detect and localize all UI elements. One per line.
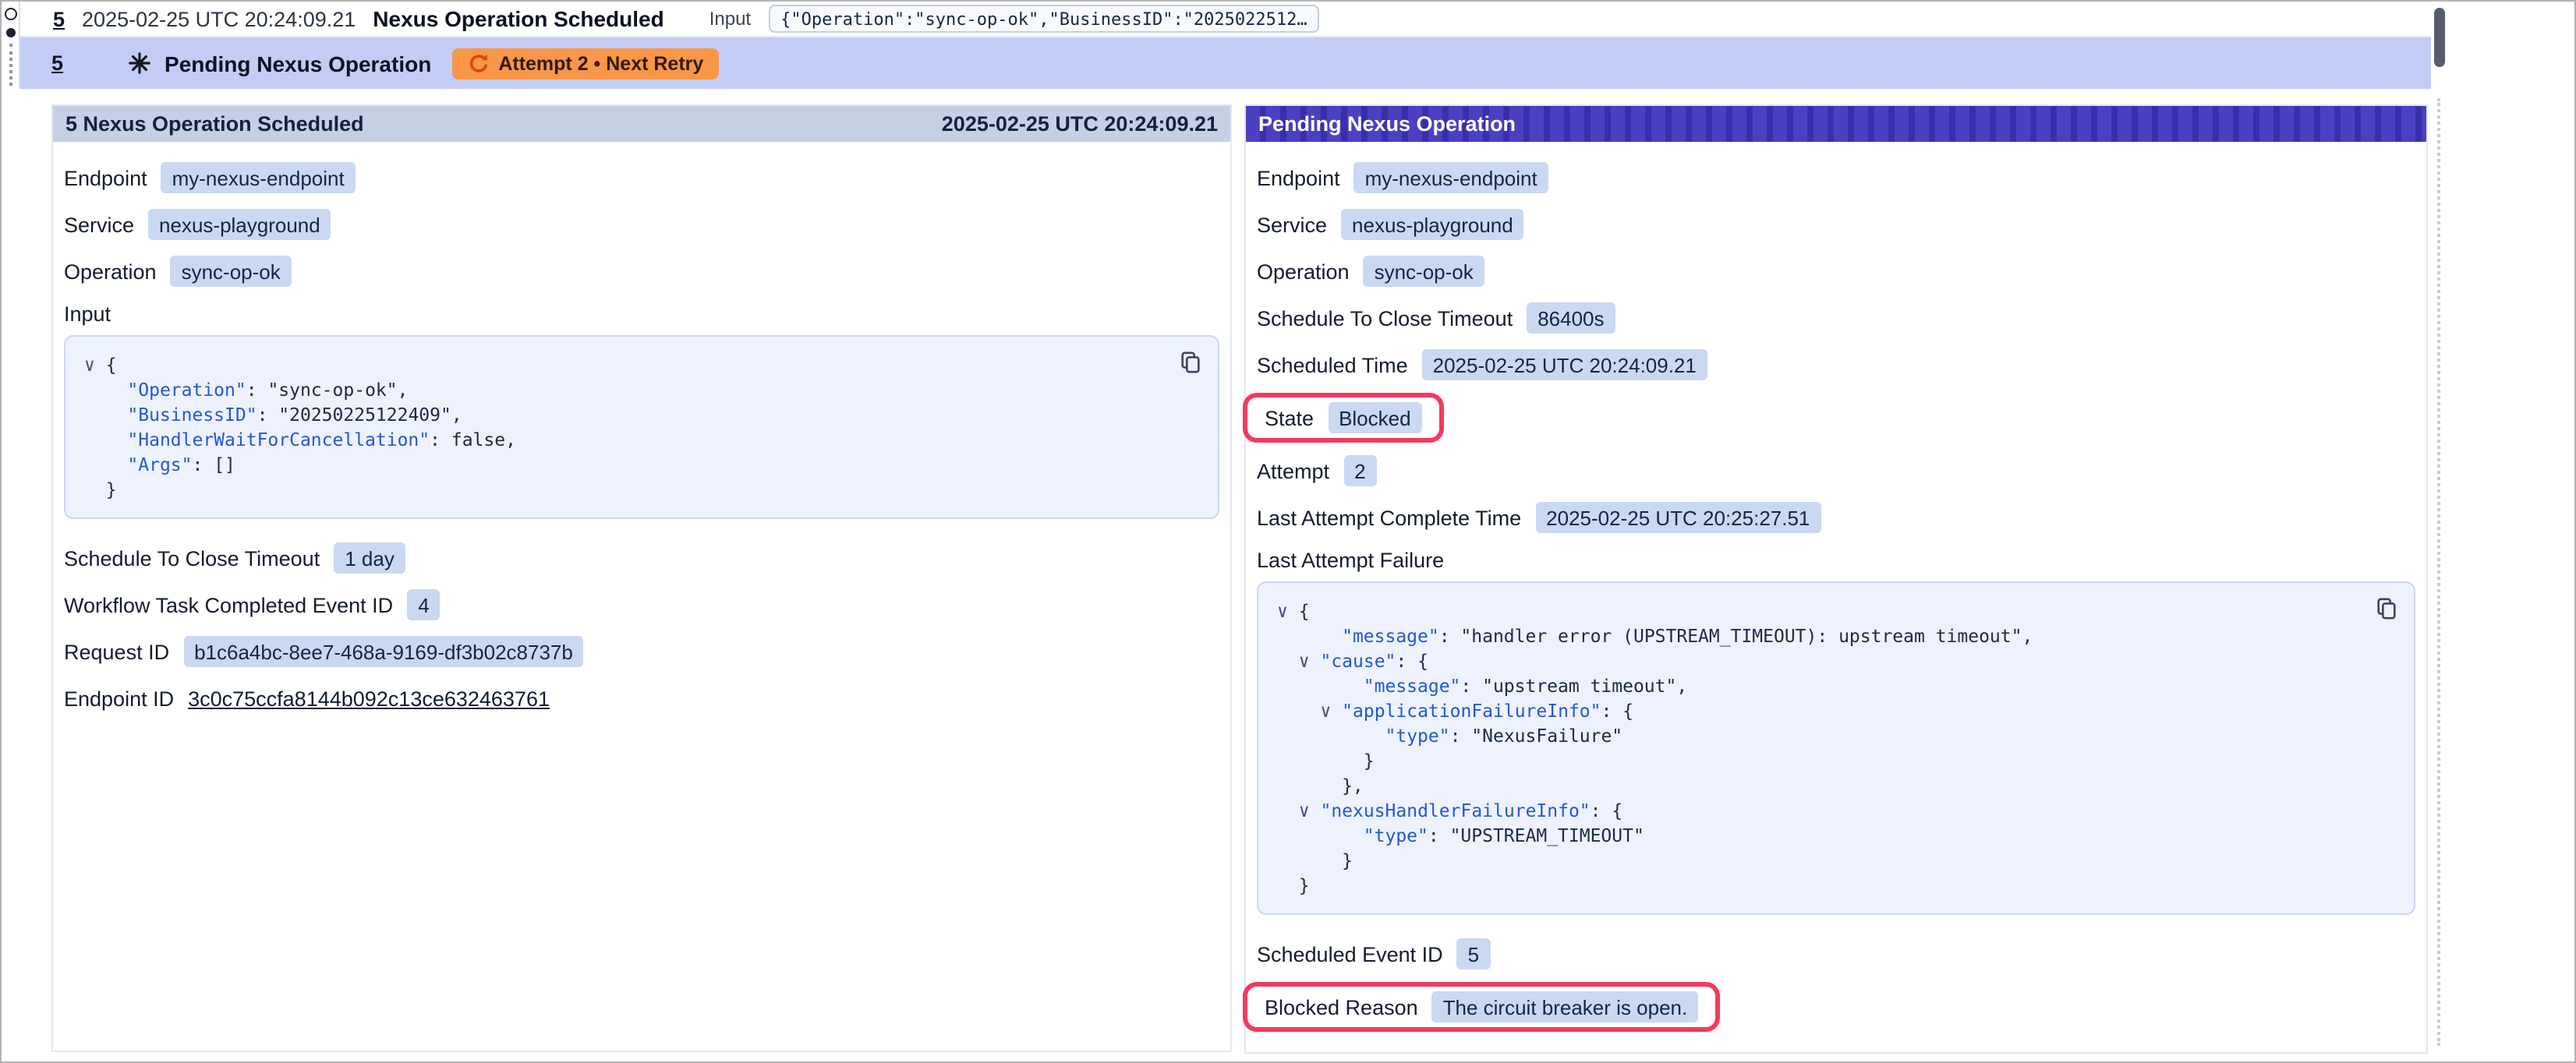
field-row-blocked-reason: Blocked Reason The circuit breaker is op… xyxy=(1257,977,2415,1037)
event-history-rows: 5 2025-02-25 UTC 20:24:09.21 Nexus Opera… xyxy=(20,2,2431,89)
field-row-request-id: Request ID b1c6a4bc-8ee7-468a-9169-df3b0… xyxy=(64,628,1219,675)
field-label: Blocked Reason xyxy=(1265,995,1418,1019)
state-badge: Blocked xyxy=(1328,402,1422,433)
field-value-badge: 4 xyxy=(407,589,440,620)
copy-button[interactable] xyxy=(1176,348,1204,376)
json-tree[interactable]: ∨ { "Operation": "sync-op-ok", "Business… xyxy=(84,352,1165,502)
field-value-badge: nexus-playground xyxy=(1341,209,1524,240)
field-value-badge: my-nexus-endpoint xyxy=(1354,162,1548,193)
field-label: Schedule To Close Timeout xyxy=(64,546,320,570)
field-label: Scheduled Event ID xyxy=(1257,942,1443,966)
field-row-scheduled-event-id: Scheduled Event ID 5 xyxy=(1257,931,2415,977)
field-label: Endpoint ID xyxy=(64,687,174,710)
failure-json-viewer: ∨ { "message": "handler error (UPSTREAM_… xyxy=(1257,581,2415,915)
event-title: Pending Nexus Operation xyxy=(165,51,431,76)
timeline-connector xyxy=(9,44,12,86)
pending-panel-header: Pending Nexus Operation xyxy=(1246,106,2426,142)
field-row-endpoint: Endpoint my-nexus-endpoint xyxy=(1257,154,2415,201)
temporal-event-details-view: 5 2025-02-25 UTC 20:24:09.21 Nexus Opera… xyxy=(0,0,2576,1063)
scheduled-panel-body: Endpoint my-nexus-endpoint Service nexus… xyxy=(53,142,1230,737)
scrollbar-thumb[interactable] xyxy=(2434,8,2445,67)
field-row-operation: Operation sync-op-ok xyxy=(1257,248,2415,295)
field-label: Schedule To Close Timeout xyxy=(1257,306,1513,330)
event-row-nexus-operation-scheduled[interactable]: 5 2025-02-25 UTC 20:24:09.21 Nexus Opera… xyxy=(20,2,2431,37)
timeline-gutter xyxy=(2,2,20,89)
field-label: Endpoint xyxy=(64,166,147,189)
json-tree[interactable]: ∨ { "message": "handler error (UPSTREAM_… xyxy=(1277,599,2361,898)
field-value-badge: sync-op-ok xyxy=(171,256,292,287)
panel-title: Pending Nexus Operation xyxy=(1258,112,1516,136)
field-value-badge: b1c6a4bc-8ee7-468a-9169-df3b02c8737b xyxy=(183,636,584,667)
retry-attempt-badge: Attempt 2 • Next Retry xyxy=(451,48,719,79)
field-label: Operation xyxy=(64,260,157,283)
field-row-state: State Blocked xyxy=(1257,388,2415,447)
copy-button[interactable] xyxy=(2372,594,2400,622)
blocked-reason-badge: The circuit breaker is open. xyxy=(1432,991,1699,1022)
pending-operation-panel: Pending Nexus Operation Endpoint my-nexu… xyxy=(1244,104,2428,1054)
field-row-schedule-to-close-timeout: Schedule To Close Timeout 86400s xyxy=(1257,295,2415,341)
field-row-service: Service nexus-playground xyxy=(64,201,1219,248)
field-value-badge: 5 xyxy=(1457,938,1490,969)
field-label: Request ID xyxy=(64,640,169,663)
field-row-operation: Operation sync-op-ok xyxy=(64,248,1219,295)
endpoint-id-link[interactable]: 3c0c75ccfa8144b092c13ce632463761 xyxy=(188,687,550,710)
retry-icon xyxy=(467,52,489,74)
field-value-badge: 86400s xyxy=(1527,302,1615,334)
field-label: Service xyxy=(64,213,134,236)
field-row-service: Service nexus-playground xyxy=(1257,201,2415,248)
field-label: State xyxy=(1265,406,1314,429)
panel-title: 5 Nexus Operation Scheduled xyxy=(65,112,364,136)
event-timestamp: 2025-02-25 UTC 20:24:09.21 xyxy=(82,7,356,30)
field-row-last-attempt-complete-time: Last Attempt Complete Time 2025-02-25 UT… xyxy=(1257,494,2415,541)
annotation-highlight-blocked-reason: Blocked Reason The circuit breaker is op… xyxy=(1243,982,1720,1032)
timeline-event-marker-icon xyxy=(6,28,16,37)
field-row-schedule-to-close-timeout: Schedule To Close Timeout 1 day xyxy=(64,535,1219,581)
scheduled-panel-header: 5 Nexus Operation Scheduled 2025-02-25 U… xyxy=(53,106,1230,142)
field-row-endpoint: Endpoint my-nexus-endpoint xyxy=(64,154,1219,201)
field-row-scheduled-time: Scheduled Time 2025-02-25 UTC 20:24:09.2… xyxy=(1257,341,2415,388)
field-value-badge: sync-op-ok xyxy=(1364,256,1484,287)
pending-panel-body: Endpoint my-nexus-endpoint Service nexus… xyxy=(1246,142,2426,1052)
input-json-viewer: ∨ { "Operation": "sync-op-ok", "Business… xyxy=(64,335,1219,519)
event-title: Nexus Operation Scheduled xyxy=(373,6,663,31)
field-label: Workflow Task Completed Event ID xyxy=(64,593,393,616)
last-attempt-failure-label: Last Attempt Failure xyxy=(1257,541,2415,578)
scrollbar-track[interactable] xyxy=(2437,98,2440,1046)
event-input-label: Input xyxy=(709,8,751,30)
timeline-start-marker-icon xyxy=(5,8,17,20)
nexus-asterisk-icon xyxy=(127,51,150,75)
field-row-attempt: Attempt 2 xyxy=(1257,447,2415,494)
field-row-endpoint-id: Endpoint ID 3c0c75ccfa8144b092c13ce63246… xyxy=(64,675,1219,722)
field-label: Service xyxy=(1257,213,1327,236)
field-value-badge: 2 xyxy=(1343,455,1376,486)
field-value-badge: 2025-02-25 UTC 20:24:09.21 xyxy=(1422,349,1707,380)
event-id-link[interactable]: 5 xyxy=(51,51,63,75)
field-value-badge: 2025-02-25 UTC 20:25:27.51 xyxy=(1535,502,1821,533)
field-label: Endpoint xyxy=(1257,166,1340,189)
field-value-badge: my-nexus-endpoint xyxy=(161,162,356,193)
field-value-badge: 1 day xyxy=(334,542,405,574)
input-section-label: Input xyxy=(64,295,1219,332)
panel-timestamp: 2025-02-25 UTC 20:24:09.21 xyxy=(942,112,1218,136)
field-label: Last Attempt Complete Time xyxy=(1257,506,1521,529)
field-value-badge: nexus-playground xyxy=(148,209,331,240)
event-input-preview-chip[interactable]: {"Operation":"sync-op-ok","BusinessID":"… xyxy=(768,5,1320,33)
field-label: Scheduled Time xyxy=(1257,353,1408,376)
event-row-pending-nexus-operation[interactable]: 5 Pending Nexus Operation xyxy=(20,37,2431,89)
field-row-workflow-task-completed-event-id: Workflow Task Completed Event ID 4 xyxy=(64,581,1219,628)
field-label: Attempt xyxy=(1257,459,1329,482)
field-label: Operation xyxy=(1257,260,1350,283)
scheduled-event-panel: 5 Nexus Operation Scheduled 2025-02-25 U… xyxy=(51,104,1232,1052)
retry-badge-label: Attempt 2 • Next Retry xyxy=(498,52,703,74)
event-id-link[interactable]: 5 xyxy=(53,7,65,30)
event-detail-panels: 5 Nexus Operation Scheduled 2025-02-25 U… xyxy=(51,104,2428,1054)
annotation-highlight-state: State Blocked xyxy=(1243,393,1444,443)
